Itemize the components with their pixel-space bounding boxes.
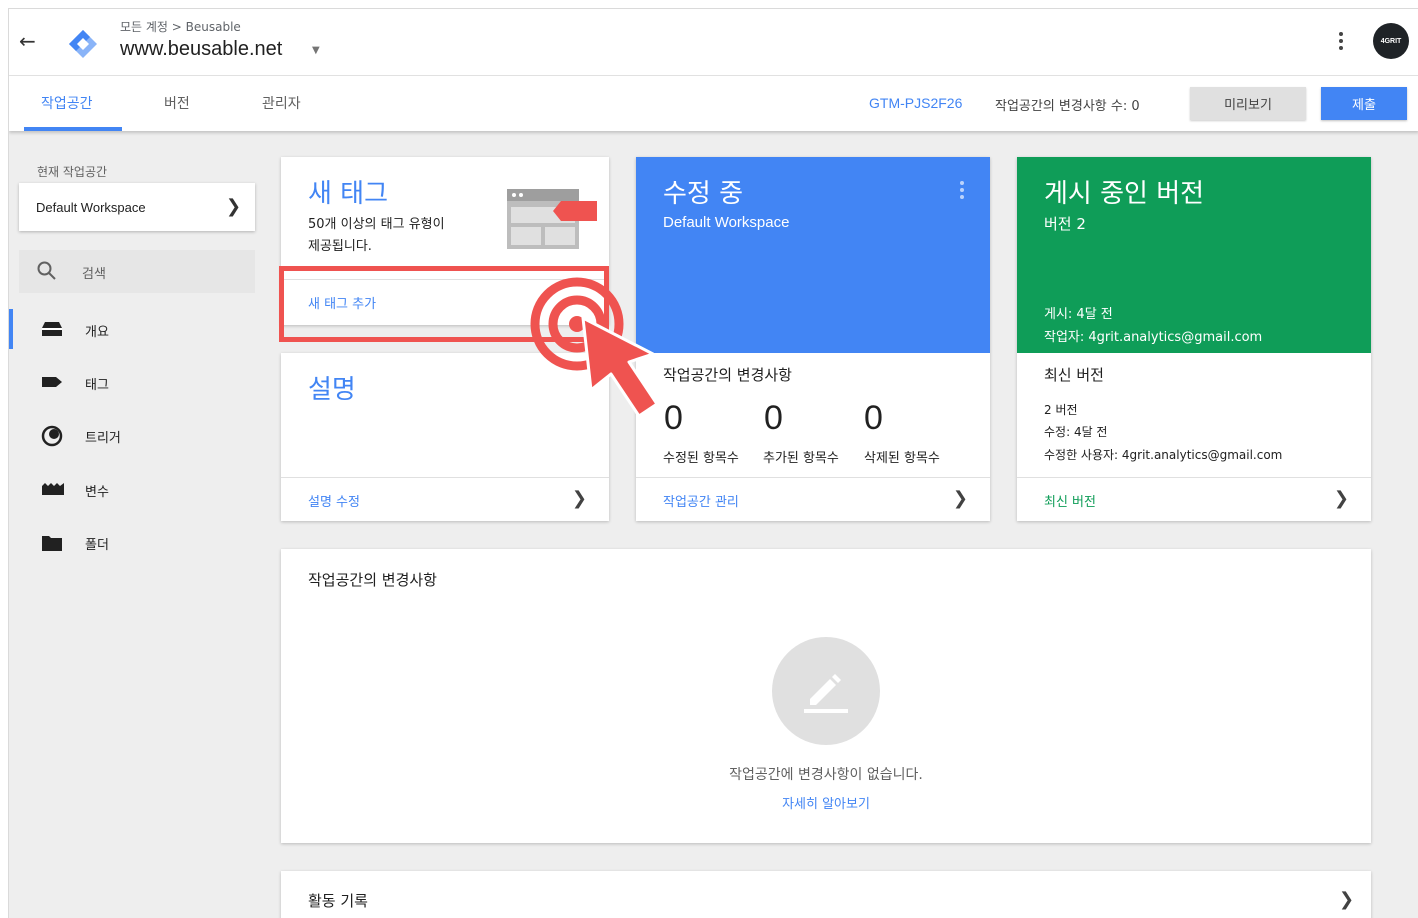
modified-label: 수정된 항목수 [663,451,739,466]
trigger-icon [41,425,63,447]
tab-versions[interactable]: 버전 [164,93,190,113]
search-placeholder: 검색 [82,267,106,282]
latest-version-footer[interactable]: 최신 버전 ❯ [1017,477,1371,521]
empty-state-circle [772,637,880,745]
breadcrumb[interactable]: 모든 계정 > Beusable [120,18,241,35]
chevron-right-icon: ❯ [571,488,587,509]
top-bar: ← 모든 계정 > Beusable www.beusable.net ▼ 4G… [9,9,1418,76]
ws-changes-footer[interactable]: 작업공간 관리 ❯ [636,477,990,521]
sidebar-item-variables[interactable]: 변수 [9,469,257,509]
sidebar-item-label: 개요 [85,325,109,340]
chevron-right-icon: ❯ [952,488,968,509]
container-site-name[interactable]: www.beusable.net [120,38,282,61]
container-id[interactable]: GTM-PJS2F26 [869,95,962,111]
edit-pencil-icon [804,674,848,713]
manage-workspace-link[interactable]: 작업공간 관리 [663,491,739,510]
latest-modified: 수정: 4달 전 [1044,425,1108,439]
ws-changes-title: 작업공간의 변경사항 [663,366,792,384]
current-workspace-label: 현재 작업공간 [37,165,108,179]
activity-card[interactable]: 활동 기록 ❯ [281,871,1371,918]
latest-version-number: 2 버전 [1044,403,1078,417]
published-author: 작업자: 4grit.analytics@gmail.com [1044,330,1263,345]
folder-icon [42,536,62,551]
submit-button[interactable]: 제출 [1321,87,1407,120]
new-tag-desc-line2: 제공됩니다. [308,239,372,254]
new-tag-title: 새 태그 [308,179,389,209]
active-tab-indicator [24,127,122,131]
sidebar-item-label: 태그 [85,378,109,393]
workspace-name: Default Workspace [36,200,146,215]
editing-more-icon[interactable] [960,181,964,199]
overview-icon [42,322,62,336]
sidebar-item-label: 변수 [85,485,109,500]
sidebar-item-label: 트리거 [85,431,121,446]
workspace-selector[interactable]: Default Workspace ❯ [19,183,255,231]
caret-down-icon[interactable]: ▼ [312,45,320,56]
editing-workspace: Default Workspace [663,214,790,231]
preview-button[interactable]: 미리보기 [1190,87,1306,120]
search-icon [37,261,56,280]
gtm-logo-icon [69,30,97,58]
avatar[interactable]: 4GRIT [1373,23,1409,59]
nav-bar: 작업공간 버전 관리자 GTM-PJS2F26 작업공간의 변경사항 수: 0 … [9,76,1418,131]
description-title: 설명 [308,375,356,405]
latest-version-title: 최신 버전 [1044,366,1104,384]
latest-modified-by: 수정한 사용자: 4grit.analytics@gmail.com [1044,448,1283,462]
sidebar-item-overview[interactable]: 개요 [9,309,257,349]
changes-panel: 작업공간의 변경사항 작업공간에 변경사항이 없습니다. 자세히 알아보기 [281,549,1371,843]
back-arrow-icon[interactable]: ← [19,29,36,53]
chevron-right-icon: ❯ [226,196,242,217]
tab-workspace[interactable]: 작업공간 [41,93,93,113]
learn-more-link[interactable]: 자세히 알아보기 [281,793,1371,812]
deleted-count: 0 [864,399,883,437]
added-count: 0 [764,399,783,437]
changes-panel-title: 작업공간의 변경사항 [308,571,437,589]
sidebar-item-triggers[interactable]: 트리거 [9,415,257,455]
app-frame: ← 모든 계정 > Beusable www.beusable.net ▼ 4G… [8,8,1418,918]
activity-title: 활동 기록 [308,892,368,910]
new-tag-desc-line1: 50개 이상의 태그 유형이 [308,217,445,232]
chevron-right-icon: ❯ [1333,488,1349,509]
sidebar-item-label: 폴더 [85,538,109,553]
workspace-changes-count: 작업공간의 변경사항 수: 0 [995,99,1140,114]
variable-icon [42,483,64,495]
tag-illustration-icon [507,189,597,249]
edit-description-link[interactable]: 설명 수정 [308,491,360,510]
deleted-label: 삭제된 항목수 [864,451,940,466]
description-footer[interactable]: 설명 수정 ❯ [281,477,609,521]
tag-icon [42,377,62,387]
published-card: 게시 중인 버전 버전 2 게시: 4달 전 작업자: 4grit.analyt… [1017,157,1371,521]
empty-state-text: 작업공간에 변경사항이 없습니다. [729,767,923,783]
more-vert-icon[interactable] [1334,29,1348,55]
sidebar-item-folders[interactable]: 폴더 [9,522,257,562]
chevron-right-icon: ❯ [1339,889,1355,910]
added-label: 추가된 항목수 [763,451,839,466]
search-box[interactable]: 검색 [19,250,255,293]
editing-card: 수정 중 Default Workspace 작업공간의 변경사항 작업공간 관… [636,157,990,521]
click-pointer-icon [530,277,659,418]
tab-admin[interactable]: 관리자 [262,93,301,113]
latest-version-link[interactable]: 최신 버전 [1044,491,1096,510]
published-title: 게시 중인 버전 [1044,179,1205,209]
sidebar-item-tags[interactable]: 태그 [9,362,257,402]
published-version: 버전 2 [1044,215,1086,233]
editing-title: 수정 중 [663,179,744,209]
published-at: 게시: 4달 전 [1044,307,1113,322]
